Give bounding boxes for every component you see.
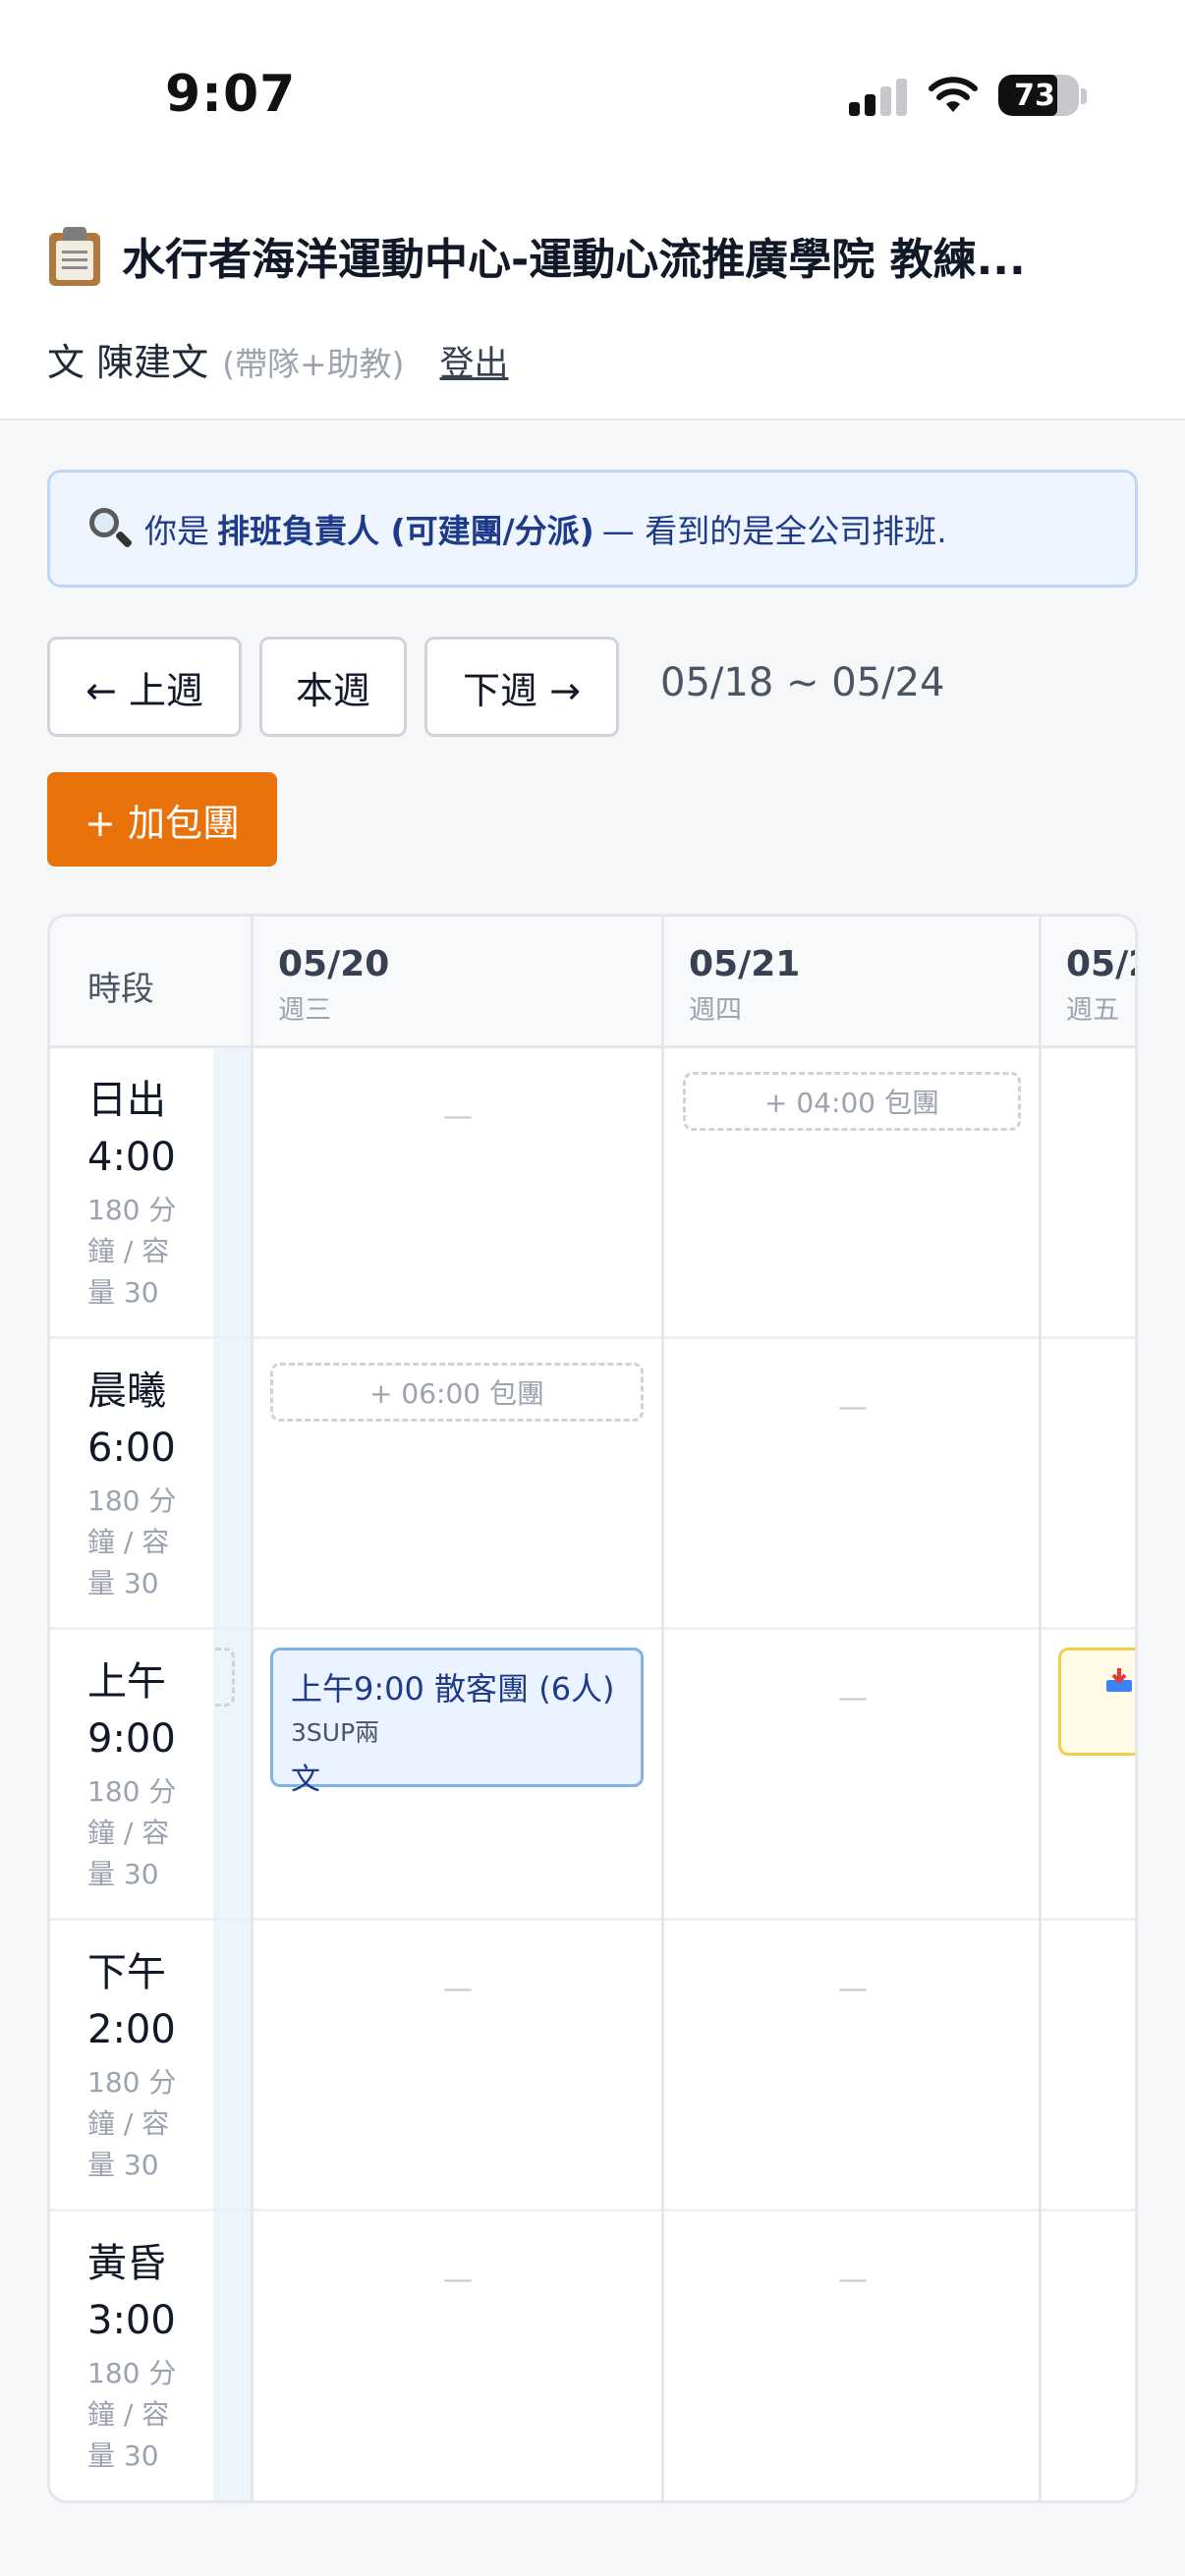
slot-label: 日出 4:00 180 分 鐘 / 容 量 30	[87, 1072, 205, 1314]
add-0400-group-button[interactable]: + 04:00 包團	[683, 1072, 1021, 1131]
slot-label: 上午 9:00 180 分 鐘 / 容 量 30	[87, 1653, 205, 1895]
slot-row-dusk: 黃昏 3:00 180 分 鐘 / 容 量 30 — —	[50, 2212, 1135, 2500]
prev-week-button[interactable]: ← 上週	[47, 637, 242, 737]
day-weekday: 週三	[278, 995, 331, 1026]
slot-name: 日出	[87, 1078, 166, 1123]
event-card[interactable]: 上午9:00 散客團 (6人) 3SUP兩 文	[270, 1648, 644, 1797]
day-weekday: 週四	[689, 995, 742, 1026]
slot-meta: 鐘 / 容	[87, 1526, 170, 1558]
clipboard-icon	[47, 225, 102, 286]
slot-time: 9:00	[87, 1716, 176, 1762]
slot-time: 2:00	[87, 2007, 176, 2052]
table-header-row: 時段 05/20 週三 05/21 週四 05/2 週五	[50, 917, 1135, 1048]
slot-meta: 180 分	[87, 1194, 177, 1226]
banner-role: 排班負責人 (可建團/分派)	[217, 512, 594, 550]
status-time: 9:07	[165, 65, 297, 124]
slot-time: 3:00	[87, 2298, 176, 2343]
column-divider	[661, 917, 664, 2500]
slot-row-sunrise: 日出 4:00 180 分 鐘 / 容 量 30 — + 04:00 包團	[50, 1048, 1135, 1339]
event-title: 上午9:00 散客團 (6人)	[291, 1670, 615, 1708]
empty-cell-mark: —	[443, 1972, 473, 2006]
slot-column-header: 時段	[87, 970, 154, 1009]
signal-icon	[849, 77, 908, 116]
empty-cell-mark: —	[838, 1972, 868, 2006]
slot-meta: 鐘 / 容	[87, 2107, 170, 2140]
day-header-0520: 05/20 週三	[278, 944, 389, 1027]
slot-meta: 量 30	[87, 2439, 159, 2472]
wifi-icon	[929, 77, 978, 112]
battery-icon: 73	[998, 75, 1079, 116]
add-group-button[interactable]: + 加包團	[47, 772, 277, 867]
banner-prefix: 你是	[144, 512, 209, 550]
week-range: 05/18 ~ 05/24	[660, 660, 945, 705]
slot-label: 晨曦 6:00 180 分 鐘 / 容 量 30	[87, 1363, 205, 1604]
slot-row-dawn: 晨曦 6:00 180 分 鐘 / 容 量 30 + 06:00 包團 —	[50, 1339, 1135, 1630]
slot-meta: 180 分	[87, 2066, 177, 2099]
battery-level: 73	[1014, 79, 1055, 113]
event-assignee: 文	[291, 1763, 320, 1797]
column-divider	[1039, 917, 1042, 2500]
slot-time: 4:00	[87, 1135, 176, 1180]
user-name: 文 陳建文	[47, 341, 209, 384]
schedule-table: 時段 05/20 週三 05/21 週四 05/2 週五 日出 4:00 180…	[47, 914, 1138, 2503]
slot-time: 6:00	[87, 1426, 176, 1471]
user-info: 文 陳建文 (帶隊+助教) 登出	[47, 332, 509, 386]
slot-name: 上午	[87, 1659, 166, 1705]
slot-row-morning: 上午 9:00 180 分 鐘 / 容 量 30 上午9:00 散客團 (6人)…	[50, 1630, 1135, 1921]
slot-name: 下午	[87, 1950, 166, 1995]
next-week-button[interactable]: 下週 →	[424, 637, 619, 737]
role-info-banner: 你是 排班負責人 (可建團/分派) — 看到的是全公司排班.	[47, 470, 1138, 588]
user-role: (帶隊+助教)	[222, 345, 405, 383]
slot-meta: 量 30	[87, 2149, 159, 2181]
day-date: 05/20	[278, 944, 390, 984]
this-week-button[interactable]: 本週	[259, 637, 407, 737]
slot-label: 下午 2:00 180 分 鐘 / 容 量 30	[87, 1944, 205, 2186]
day-header-0522: 05/2 週五	[1066, 944, 1135, 1027]
empty-cell-mark: —	[838, 2263, 868, 2297]
overflow-add-slot-edge	[215, 1648, 235, 1707]
event-equipment: 3SUP兩	[291, 1718, 380, 1747]
empty-cell-mark: —	[443, 2263, 473, 2297]
slot-meta: 量 30	[87, 1567, 159, 1599]
column-divider	[251, 917, 254, 2500]
slot-name: 黃昏	[87, 2241, 166, 2286]
slot-row-afternoon: 下午 2:00 180 分 鐘 / 容 量 30 — —	[50, 1921, 1135, 2212]
event-card-partial[interactable]	[1058, 1648, 1135, 1756]
battery-cap	[1081, 88, 1087, 104]
slot-meta: 量 30	[87, 1858, 159, 1890]
slot-name: 晨曦	[87, 1369, 166, 1414]
day-date: 05/21	[689, 944, 801, 984]
slot-meta: 量 30	[87, 1276, 159, 1309]
slot-meta: 鐘 / 容	[87, 2398, 170, 2431]
title-row: 水行者海洋運動中心-運動心流推廣學院 教練...	[47, 224, 1157, 287]
slot-meta: 180 分	[87, 1775, 177, 1808]
empty-cell-mark: —	[443, 1099, 473, 1134]
magnifier-icon	[87, 506, 134, 551]
logout-link[interactable]: 登出	[440, 336, 509, 386]
slot-meta: 鐘 / 容	[87, 1817, 170, 1849]
slot-label: 黃昏 3:00 180 分 鐘 / 容 量 30	[87, 2235, 205, 2477]
empty-cell-mark: —	[838, 1681, 868, 1715]
slot-meta: 180 分	[87, 1484, 177, 1517]
banner-suffix: — 看到的是全公司排班.	[601, 512, 947, 550]
day-header-0521: 05/21 週四	[689, 944, 800, 1027]
slot-meta: 180 分	[87, 2357, 177, 2389]
app-header: 水行者海洋運動中心-運動心流推廣學院 教練... 文 陳建文 (帶隊+助教) 登…	[0, 187, 1185, 420]
day-weekday: 週五	[1066, 995, 1119, 1026]
status-bar: 9:07 73	[0, 0, 1185, 187]
inbox-tray-icon	[1106, 1668, 1132, 1692]
day-date: 05/2	[1066, 944, 1135, 984]
add-0600-group-button[interactable]: + 06:00 包團	[270, 1363, 644, 1422]
page-title: 水行者海洋運動中心-運動心流推廣學院 教練...	[122, 235, 1026, 285]
empty-cell-mark: —	[838, 1390, 868, 1425]
slot-meta: 鐘 / 容	[87, 1235, 170, 1267]
